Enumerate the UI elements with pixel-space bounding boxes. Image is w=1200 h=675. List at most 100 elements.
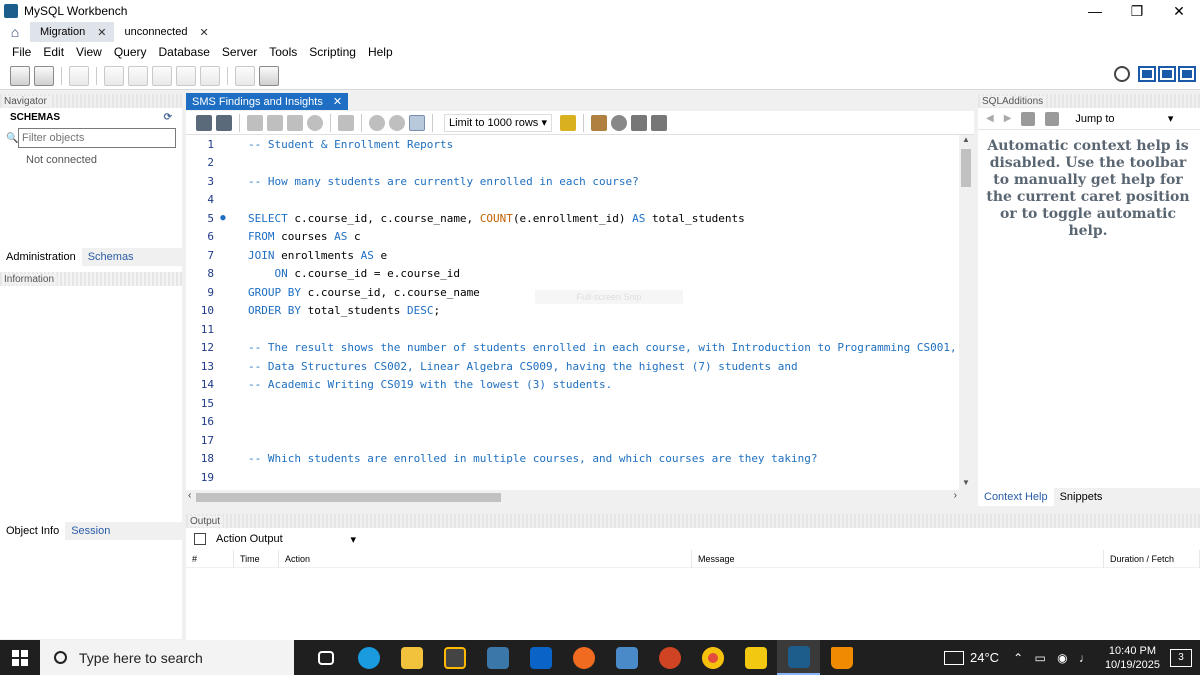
toggle-output-icon[interactable] <box>1158 66 1176 82</box>
menu-tools[interactable]: Tools <box>263 45 303 59</box>
microsoft-store-icon[interactable] <box>433 640 476 675</box>
restore-button[interactable]: ❐ <box>1116 0 1158 22</box>
python-idle-icon[interactable] <box>605 640 648 675</box>
menu-server[interactable]: Server <box>216 45 263 59</box>
task-view-icon[interactable] <box>304 640 347 675</box>
mysql-workbench-icon[interactable] <box>777 640 820 675</box>
firefox-icon[interactable] <box>562 640 605 675</box>
column-header[interactable]: # <box>186 549 234 568</box>
stop-icon[interactable] <box>307 114 323 131</box>
menu-query[interactable]: Query <box>108 45 153 59</box>
weather-widget[interactable]: 24°C <box>944 650 999 665</box>
forward-icon[interactable]: ▶ <box>1004 113 1012 124</box>
filter-objects-input[interactable] <box>18 128 176 148</box>
chevron-up-icon[interactable]: ▲ <box>959 135 973 147</box>
menu-help[interactable]: Help <box>362 45 399 59</box>
clock[interactable]: 10:40 PM 10/19/2025 <box>1105 644 1160 672</box>
execute-statement-icon[interactable] <box>267 114 283 131</box>
add-snippet-icon[interactable] <box>560 114 576 131</box>
toggle-autocommit-icon[interactable] <box>338 114 354 131</box>
column-header[interactable]: Time <box>234 549 279 568</box>
search-table-data-icon[interactable] <box>235 65 255 86</box>
invisible-chars-icon[interactable] <box>631 114 647 131</box>
horizontal-scrollbar[interactable]: ‹ › <box>186 490 959 504</box>
menu-scripting[interactable]: Scripting <box>303 45 362 59</box>
code-line: 14 -- Academic Writing CS019 with the lo… <box>200 378 613 391</box>
tab-sms-findings[interactable]: SMS Findings and Insights ✕ <box>186 93 349 110</box>
close-window-button[interactable]: ✕ <box>1158 0 1200 22</box>
connection-tab-bar: ⌂ Migration ✕ unconnected ✕ <box>0 22 1200 42</box>
open-sql-script-icon[interactable] <box>34 65 54 86</box>
find-icon[interactable] <box>611 114 627 131</box>
tab-migration[interactable]: Migration ✕ <box>30 22 115 42</box>
sql-editor[interactable]: 1 -- Student & Enrollment Reports 2 3 --… <box>186 135 959 490</box>
close-tab-icon[interactable]: ✕ <box>199 26 208 39</box>
word-wrap-icon[interactable] <box>651 114 667 131</box>
close-tab-icon[interactable]: ✕ <box>333 95 342 108</box>
column-header[interactable]: Message <box>692 549 1104 568</box>
close-tab-icon[interactable]: ✕ <box>97 26 106 39</box>
jump-to-select[interactable]: Jump to ▾ <box>1071 110 1177 128</box>
menu-database[interactable]: Database <box>153 45 216 59</box>
column-header[interactable]: Action <box>279 549 692 568</box>
inspector-icon[interactable] <box>69 65 89 86</box>
toggle-secondary-sidebar-icon[interactable] <box>1178 66 1196 82</box>
scroll-thumb[interactable] <box>961 149 971 187</box>
auto-help-icon[interactable] <box>1045 111 1060 126</box>
explain-icon[interactable] <box>287 114 303 131</box>
execute-icon[interactable] <box>247 114 263 131</box>
toggle-sidebar-icon[interactable] <box>1138 66 1156 82</box>
powerpoint-icon[interactable] <box>648 640 691 675</box>
limit-rows-select[interactable]: Limit to 1000 rows ▾ <box>444 113 552 132</box>
create-function-icon[interactable] <box>200 65 220 86</box>
menu-view[interactable]: View <box>70 45 108 59</box>
beautify-icon[interactable] <box>591 114 607 131</box>
power-bi-icon[interactable] <box>734 640 777 675</box>
copy-icon[interactable] <box>194 533 206 545</box>
open-file-icon[interactable] <box>196 114 212 131</box>
tray-icons[interactable]: ⌃ ▭ ◉ ♩ <box>1013 651 1095 665</box>
chevron-down-icon[interactable]: ▼ <box>959 478 973 490</box>
home-icon[interactable]: ⌂ <box>0 22 30 42</box>
manual-help-icon[interactable] <box>1021 111 1036 126</box>
create-procedure-icon[interactable] <box>176 65 196 86</box>
gear-icon[interactable] <box>1114 66 1130 82</box>
start-button[interactable] <box>0 640 40 675</box>
reconnect-icon[interactable] <box>259 65 279 86</box>
create-table-icon[interactable] <box>128 65 148 86</box>
output-type-select[interactable]: Action Output ▾ <box>212 530 360 548</box>
taskbar-search[interactable]: Type here to search <box>40 640 294 675</box>
menu-edit[interactable]: Edit <box>37 45 70 59</box>
context-help-text: Automatic context help is disabled. Use … <box>986 138 1190 239</box>
toggle-output-icon[interactable] <box>409 114 425 131</box>
tab-unconnected[interactable]: unconnected ✕ <box>114 22 216 42</box>
refresh-icon[interactable]: ⟳ <box>164 112 172 123</box>
edge-icon[interactable] <box>347 640 390 675</box>
commit-icon[interactable] <box>369 114 385 131</box>
back-icon[interactable]: ◀ <box>986 113 994 124</box>
vertical-scrollbar[interactable]: ▲ ▼ <box>959 135 973 490</box>
tab-session[interactable]: Session <box>65 522 116 540</box>
tab-administration[interactable]: Administration <box>0 248 82 266</box>
minimize-button[interactable]: — <box>1074 0 1116 22</box>
chrome-icon[interactable] <box>691 640 734 675</box>
tab-object-info[interactable]: Object Info <box>0 522 66 540</box>
new-sql-tab-icon[interactable] <box>10 65 30 86</box>
tab-schemas[interactable]: Schemas <box>82 248 140 266</box>
create-schema-icon[interactable] <box>104 65 124 86</box>
vlc-icon[interactable] <box>820 640 863 675</box>
menu-file[interactable]: File <box>6 45 37 59</box>
file-explorer-icon[interactable] <box>390 640 433 675</box>
outlook-icon[interactable] <box>519 640 562 675</box>
chevron-right-icon[interactable]: › <box>954 490 957 501</box>
column-header[interactable]: Duration / Fetch <box>1104 549 1200 568</box>
notifications-icon[interactable]: 3 <box>1170 648 1192 667</box>
rollback-icon[interactable] <box>389 114 405 131</box>
tab-context-help[interactable]: Context Help <box>978 488 1054 506</box>
save-icon[interactable] <box>216 114 232 131</box>
scroll-thumb[interactable] <box>196 493 501 502</box>
python-icon[interactable] <box>476 640 519 675</box>
chevron-left-icon[interactable]: ‹ <box>188 490 191 501</box>
create-view-icon[interactable] <box>152 65 172 86</box>
tab-snippets[interactable]: Snippets <box>1054 488 1109 506</box>
